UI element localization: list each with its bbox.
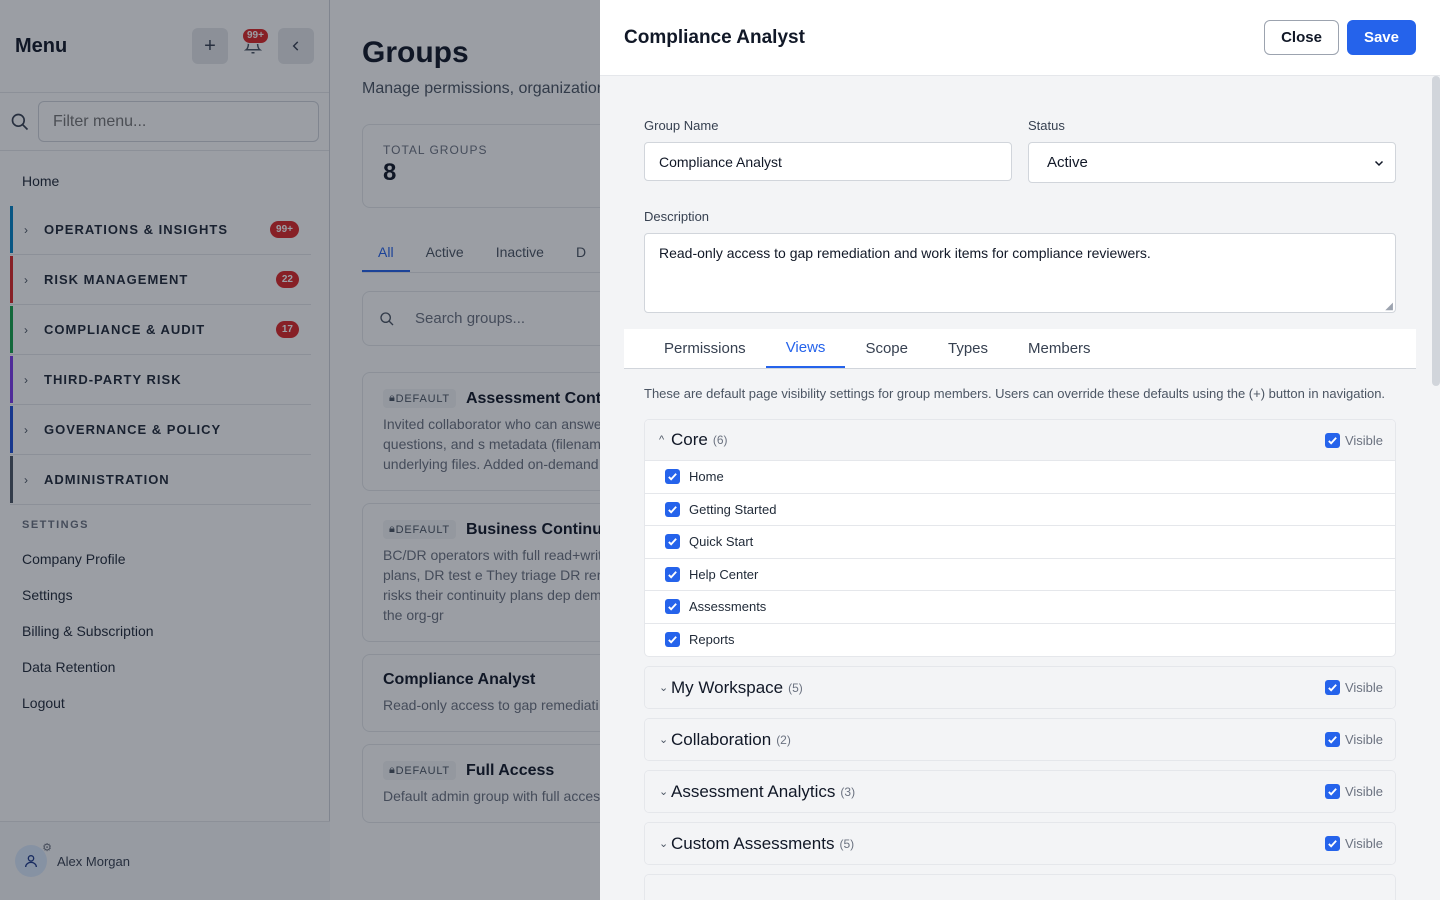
view-item-label: Quick Start: [689, 534, 754, 550]
chevron-down-icon: ⌄: [659, 734, 669, 746]
description-label: Description: [644, 209, 710, 224]
chevron-down-icon: [1374, 160, 1384, 166]
check-icon: [1328, 788, 1337, 796]
view-group-title: Assessment Analytics: [671, 781, 836, 801]
status-label: Status: [1028, 118, 1065, 133]
status-select[interactable]: Active: [1028, 142, 1396, 183]
view-group-title: My Workspace: [671, 677, 784, 697]
view-group-custom-assessments: ⌄ Custom Assessments (5) Visible: [644, 822, 1396, 865]
view-item[interactable]: Reports: [645, 624, 1395, 657]
view-group-header[interactable]: ⌄ Collaboration (2) Visible: [645, 719, 1395, 760]
view-checkbox[interactable]: [665, 632, 680, 648]
view-group-header[interactable]: ⌄ Custom Assessments (5) Visible: [645, 823, 1395, 864]
check-icon: [668, 538, 677, 546]
visible-checkbox[interactable]: [1324, 732, 1340, 747]
chevron-down-icon: ⌄: [659, 786, 669, 798]
view-group-count: (6): [712, 433, 728, 447]
view-item[interactable]: Quick Start: [645, 526, 1395, 559]
view-group-header[interactable]: [645, 875, 1395, 900]
check-icon: [1328, 840, 1337, 848]
check-icon: [1328, 736, 1337, 744]
drawer-title: Compliance Analyst: [624, 26, 805, 48]
views-note: These are default page visibility settin…: [644, 386, 1386, 401]
view-group-count: (3): [840, 784, 856, 799]
view-item-label: Getting Started: [689, 501, 777, 517]
view-item[interactable]: Getting Started: [645, 494, 1395, 526]
status-value: Active: [1047, 154, 1088, 171]
check-icon: [668, 505, 677, 514]
check-icon: [1328, 684, 1337, 692]
view-group-header[interactable]: ⌄ Assessment Analytics (3) Visible: [645, 771, 1395, 812]
drawer-header: Compliance Analyst Close Save: [600, 0, 1440, 76]
view-group-my-workspace: ⌄ My Workspace (5) Visible: [644, 666, 1396, 709]
view-group-collaboration: ⌄ Collaboration (2) Visible: [644, 718, 1396, 761]
visible-checkbox[interactable]: [1324, 680, 1340, 695]
view-group-title: Collaboration: [671, 729, 772, 749]
edit-group-drawer: Compliance Analyst Close Save Group Name…: [600, 0, 1440, 900]
visible-label: Visible: [1344, 732, 1383, 747]
visible-checkbox[interactable]: [1324, 836, 1340, 851]
visible-checkbox[interactable]: [1324, 432, 1340, 448]
description-textarea[interactable]: Read-only access to gap remediation and …: [644, 233, 1396, 313]
view-item-label: Assessments: [689, 599, 767, 615]
chevron-down-icon: ⌄: [659, 682, 669, 694]
view-group-title: Core: [671, 430, 708, 449]
check-icon: [668, 603, 677, 611]
tab-scope[interactable]: Scope: [845, 329, 928, 368]
view-item[interactable]: Home: [645, 461, 1395, 494]
check-icon: [668, 570, 677, 579]
tab-types[interactable]: Types: [928, 329, 1008, 368]
view-checkbox[interactable]: [665, 501, 680, 517]
check-icon: [1328, 436, 1337, 445]
view-group-count: (2): [776, 732, 791, 747]
chevron-up-icon: ^: [659, 434, 665, 446]
view-item[interactable]: Help Center: [645, 559, 1395, 591]
visible-label: Visible: [1344, 784, 1383, 799]
tab-permissions[interactable]: Permissions: [644, 329, 766, 368]
view-checkbox[interactable]: [665, 469, 680, 485]
view-group-core: ^ Core (6) Visible Home Getting Started …: [644, 419, 1396, 657]
group-name-input[interactable]: Compliance Analyst: [644, 142, 1012, 181]
close-button[interactable]: Close: [1264, 20, 1339, 55]
group-name-label: Group Name: [644, 118, 719, 133]
view-checkbox[interactable]: [665, 534, 680, 550]
check-icon: [668, 473, 677, 481]
view-checkbox[interactable]: [665, 566, 680, 582]
chevron-down-icon: ⌄: [659, 838, 669, 850]
view-item-label: Reports: [689, 632, 735, 648]
visible-checkbox[interactable]: [1324, 784, 1340, 799]
drawer-body: Group Name Compliance Analyst Status Act…: [600, 76, 1440, 900]
view-group-count: (5): [839, 836, 855, 851]
view-item-label: Home: [689, 469, 724, 485]
view-group-header[interactable]: ⌄ My Workspace (5) Visible: [645, 667, 1395, 708]
description-value: Read-only access to gap remediation and …: [659, 245, 1151, 261]
check-icon: [668, 636, 677, 644]
view-group-assessment-analytics: ⌄ Assessment Analytics (3) Visible: [644, 770, 1396, 813]
resize-handle-icon[interactable]: ◢: [1385, 301, 1393, 312]
tab-views[interactable]: Views: [765, 329, 846, 368]
drawer-tabs: Permissions Views Scope Types Members: [624, 329, 1416, 369]
tab-members[interactable]: Members: [1008, 329, 1111, 368]
view-item[interactable]: Assessments: [645, 591, 1395, 624]
visible-label: Visible: [1344, 432, 1383, 448]
view-group-partial: [644, 874, 1396, 900]
drawer-scrollbar[interactable]: [1432, 76, 1440, 386]
visible-label: Visible: [1344, 680, 1383, 695]
view-group-title: Custom Assessments: [671, 833, 835, 853]
view-item-label: Help Center: [689, 566, 759, 582]
view-groups-list: ^ Core (6) Visible Home Getting Started …: [624, 403, 1416, 900]
visible-label: Visible: [1344, 836, 1383, 851]
view-group-header[interactable]: ^ Core (6) Visible: [645, 420, 1395, 461]
save-button[interactable]: Save: [1346, 20, 1416, 55]
view-checkbox[interactable]: [665, 599, 680, 615]
view-group-count: (5): [788, 680, 803, 695]
